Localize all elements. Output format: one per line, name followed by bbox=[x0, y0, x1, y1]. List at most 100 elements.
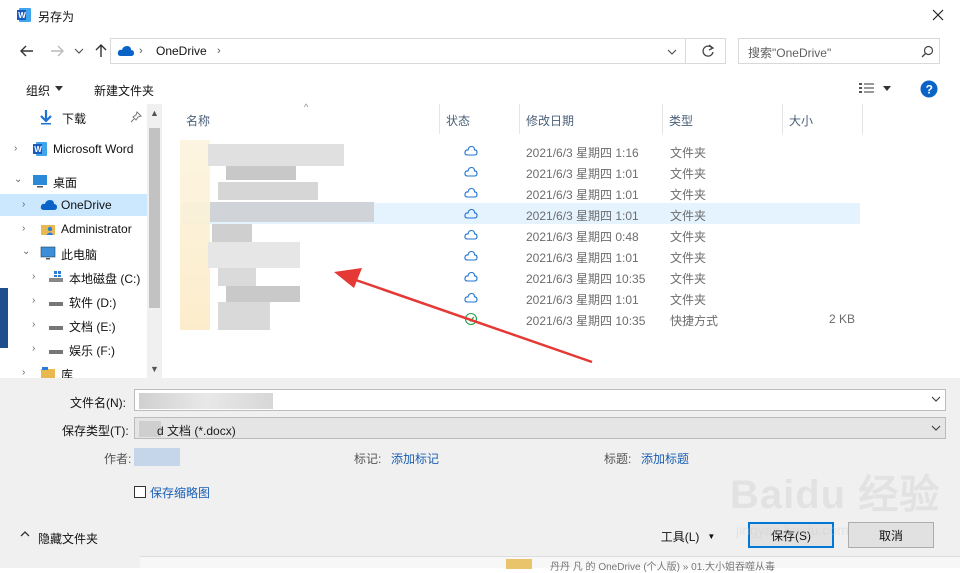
drive-icon bbox=[48, 269, 64, 285]
save-thumbnail-checkbox[interactable] bbox=[134, 486, 146, 498]
hide-folders-button[interactable]: 隐藏文件夹 bbox=[38, 530, 98, 547]
back-arrow-icon bbox=[20, 45, 33, 57]
close-button[interactable] bbox=[918, 0, 958, 30]
desktop-icon bbox=[32, 173, 48, 189]
expand-chevron-icon[interactable]: › bbox=[32, 320, 42, 330]
collapse-chevron-icon[interactable]: ⌄ bbox=[22, 247, 32, 257]
expand-chevron-icon[interactable]: › bbox=[22, 224, 32, 234]
nav-item-drive-d[interactable]: › 软件 (D:) bbox=[0, 290, 148, 312]
svg-text:W: W bbox=[18, 11, 26, 20]
search-icon[interactable] bbox=[921, 45, 934, 58]
cloud-status-icon bbox=[464, 207, 478, 221]
cloud-status-icon bbox=[464, 165, 478, 179]
column-modified-header[interactable]: 修改日期 bbox=[526, 112, 574, 129]
help-icon[interactable]: ? bbox=[920, 80, 938, 98]
pin-icon[interactable] bbox=[130, 111, 146, 127]
redacted-filename bbox=[139, 393, 273, 409]
new-folder-button[interactable]: 新建文件夹 bbox=[94, 82, 154, 99]
watermark: Baidu 经验 jingyan.baidu.com bbox=[730, 462, 940, 538]
watermark-brand: Baidu 经验 bbox=[730, 473, 941, 517]
view-options-icon[interactable] bbox=[858, 81, 876, 95]
filetype-select[interactable]: d 文档 (*.docx) bbox=[134, 417, 946, 439]
expand-chevron-icon[interactable]: › bbox=[32, 344, 42, 354]
add-tags-link[interactable]: 添加标记 bbox=[391, 450, 439, 467]
expand-chevron-icon[interactable]: › bbox=[32, 272, 42, 282]
nav-item-onedrive[interactable]: › OneDrive bbox=[0, 194, 148, 216]
expand-chevron-icon[interactable]: › bbox=[22, 200, 32, 210]
background-app-edge bbox=[0, 288, 8, 348]
recent-locations-button[interactable] bbox=[68, 40, 90, 62]
hide-folders-chevron-icon[interactable] bbox=[20, 530, 30, 538]
redacted-name bbox=[218, 268, 256, 286]
up-arrow-icon bbox=[95, 44, 107, 57]
download-arrow-icon bbox=[38, 109, 54, 125]
column-separator[interactable] bbox=[862, 104, 863, 134]
breadcrumb-onedrive[interactable]: OneDrive bbox=[156, 44, 207, 58]
address-bar[interactable]: › OneDrive › bbox=[110, 38, 726, 64]
filetype-dropdown-icon[interactable] bbox=[931, 423, 941, 433]
tools-dropdown-icon: ▼ bbox=[707, 531, 716, 541]
up-button[interactable] bbox=[90, 40, 112, 62]
filename-label: 文件名(N): bbox=[70, 396, 126, 410]
back-button[interactable] bbox=[16, 40, 38, 62]
nav-item-desktop[interactable]: ⌄ 桌面 bbox=[0, 170, 148, 192]
nav-scrollbar-thumb[interactable] bbox=[149, 128, 160, 308]
forward-arrow-icon bbox=[51, 45, 64, 57]
column-type-header[interactable]: 类型 bbox=[669, 112, 693, 129]
nav-item-downloads[interactable]: 下载 bbox=[0, 106, 148, 128]
save-thumbnail-label[interactable]: 保存缩略图 bbox=[150, 484, 210, 501]
tools-label: 工具(L) bbox=[660, 529, 700, 544]
column-separator[interactable] bbox=[519, 104, 520, 134]
onedrive-cloud-icon bbox=[117, 44, 135, 58]
column-status-header[interactable]: 状态 bbox=[446, 112, 470, 129]
view-dropdown-icon[interactable] bbox=[883, 86, 891, 91]
add-title-link[interactable]: 添加标题 bbox=[641, 450, 689, 467]
nav-item-administrator[interactable]: › Administrator bbox=[0, 218, 148, 240]
nav-item-drive-f[interactable]: › 娱乐 (F:) bbox=[0, 338, 148, 360]
redacted-name bbox=[210, 202, 374, 222]
nav-item-drive-e[interactable]: › 文档 (E:) bbox=[0, 314, 148, 336]
tags-label: 标记: bbox=[354, 452, 382, 466]
column-name-header[interactable]: 名称 bbox=[186, 112, 210, 129]
tools-button[interactable]: 工具(L) ▼ bbox=[640, 524, 736, 548]
column-separator[interactable] bbox=[662, 104, 663, 134]
column-separator[interactable] bbox=[439, 104, 440, 134]
breadcrumb-chevron-icon: › bbox=[139, 45, 143, 57]
close-icon bbox=[932, 9, 944, 21]
redacted-author[interactable] bbox=[134, 448, 180, 466]
refresh-icon[interactable] bbox=[701, 44, 715, 58]
user-folder-icon bbox=[40, 221, 56, 237]
redacted-name bbox=[208, 144, 344, 166]
nav-item-drive-c[interactable]: › 本地磁盘 (C:) bbox=[0, 266, 148, 288]
expand-chevron-icon[interactable]: › bbox=[32, 296, 42, 306]
nav-item-libraries[interactable]: › 库 bbox=[0, 362, 148, 378]
column-size-header[interactable]: 大小 bbox=[789, 112, 813, 129]
filetype-value: d 文档 (*.docx) bbox=[157, 424, 236, 438]
redacted-name bbox=[208, 242, 300, 268]
scroll-down-icon[interactable]: ▼ bbox=[150, 364, 159, 374]
drive-icon bbox=[48, 317, 64, 333]
forward-button[interactable] bbox=[46, 40, 68, 62]
title-bar: W 另存为 bbox=[0, 0, 960, 32]
nav-item-microsoft-word[interactable]: › W Microsoft Word bbox=[0, 138, 148, 160]
title-label: 标题: bbox=[604, 452, 632, 466]
scroll-up-icon[interactable]: ▲ bbox=[150, 108, 159, 118]
collapse-chevron-icon[interactable]: ⌄ bbox=[14, 175, 24, 185]
nav-item-this-pc[interactable]: ⌄ 此电脑 bbox=[0, 242, 148, 264]
expand-chevron-icon[interactable]: › bbox=[14, 144, 24, 154]
organize-dropdown-icon[interactable] bbox=[55, 86, 63, 91]
column-separator[interactable] bbox=[782, 104, 783, 134]
organize-button[interactable]: 组织 bbox=[26, 82, 50, 99]
window-title: 另存为 bbox=[38, 10, 75, 24]
expand-chevron-icon[interactable]: › bbox=[22, 368, 32, 378]
search-input[interactable]: 搜索"OneDrive" bbox=[738, 38, 940, 64]
breadcrumb-chevron-icon[interactable]: › bbox=[217, 45, 221, 57]
cloud-status-icon bbox=[464, 144, 478, 158]
filetype-label: 保存类型(T): bbox=[62, 424, 129, 438]
filename-input[interactable] bbox=[134, 389, 946, 411]
filename-dropdown-icon[interactable] bbox=[931, 394, 941, 404]
library-folder-icon bbox=[40, 365, 56, 378]
address-dropdown-icon[interactable] bbox=[667, 47, 677, 57]
cloud-status-icon bbox=[464, 186, 478, 200]
sort-ascending-icon: ^ bbox=[304, 102, 309, 112]
